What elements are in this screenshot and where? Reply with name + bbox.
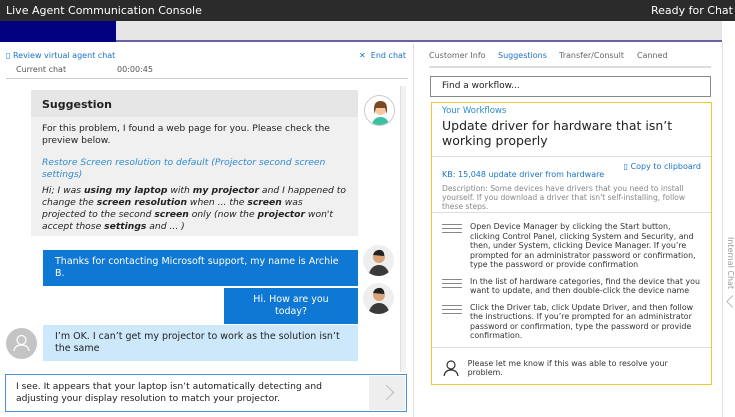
workflow-step[interactable]: Click the Driver tab, click Update Drive… [442, 303, 701, 341]
list-icon [442, 303, 462, 341]
list-icon [442, 222, 462, 270]
workflow-card: Your Workflows Update driver for hardwar… [431, 102, 712, 385]
preview-fragment: when ... the [187, 197, 248, 208]
customer-avatar [6, 328, 37, 359]
tab-suggestions[interactable]: Suggestions [498, 51, 547, 60]
agent-status[interactable]: Ready for Chat [651, 0, 733, 21]
workflow-search-input[interactable]: Find a workflow... [430, 76, 711, 97]
copy-label: Copy to clipboard [630, 162, 701, 171]
chevron-left-icon[interactable] [726, 295, 735, 308]
suggestion-preview: Hi; I was using my laptop with my projec… [42, 185, 347, 233]
title-bar: Live Agent Communication Console Ready f… [0, 0, 735, 21]
tab-underline [429, 66, 711, 68]
panel-divider [413, 44, 414, 417]
session-tab-band [0, 21, 722, 42]
suggestion-title: Suggestion [31, 90, 358, 117]
closing-message[interactable]: Please let me know if this was able to r… [468, 359, 701, 377]
preview-fragment: only (now the [188, 209, 258, 220]
suggestion-card: Suggestion For this problem, I found a w… [31, 90, 358, 236]
chat-scrollbar[interactable] [400, 86, 406, 372]
chat-message-agent: Hi. How are you today? [224, 288, 358, 324]
kb-article-link[interactable]: KB: 15,048 update driver from hardware [442, 170, 604, 179]
preview-fragment: screen [247, 197, 282, 208]
tab-customer-info[interactable]: Customer Info [429, 51, 486, 60]
chat-timer: 00:00:45 [117, 65, 153, 74]
chat-input-value: I see. It appears that your laptop isn’t… [16, 381, 322, 404]
preview-fragment: screen resolution [96, 197, 188, 208]
review-link-label: Review virtual agent chat [12, 51, 116, 60]
list-icon [442, 277, 462, 296]
document-icon: ▯ [6, 51, 13, 60]
preview-fragment: using my laptop [83, 185, 168, 196]
chat-input[interactable]: I see. It appears that your laptop isn’t… [5, 374, 407, 412]
agent-avatar [363, 245, 394, 276]
step-text: In the list of hardware categories, find… [470, 276, 700, 296]
preview-fragment: screen [154, 209, 189, 220]
step-text: Open Device Manager by clicking the Star… [470, 222, 696, 269]
workflow-description: Description: Some devices have drivers t… [442, 184, 686, 211]
preview-fragment: with [167, 185, 193, 196]
send-button[interactable] [369, 376, 405, 410]
app-title: Live Agent Communication Console [6, 4, 202, 17]
your-workflows-label: Your Workflows [442, 106, 507, 116]
preview-fragment: projector [257, 209, 306, 220]
workflow-title: Update driver for hardware that isn’t wo… [442, 118, 673, 148]
preview-fragment: Hi; I was [42, 185, 84, 196]
workflow-steps: Open Device Manager by clicking the Star… [432, 213, 711, 348]
preview-fragment: and ... ) [146, 221, 185, 232]
workflow-step[interactable]: In the list of hardware categories, find… [442, 277, 701, 296]
bot-avatar [364, 95, 395, 126]
current-chat-label: Current chat [16, 65, 67, 74]
tab-transfer-consult[interactable]: Transfer/Consult [559, 51, 624, 60]
internal-chat-label: Internal Chat [726, 237, 735, 290]
agent-avatar [363, 283, 394, 314]
tab-canned[interactable]: Canned [637, 51, 668, 60]
clipboard-icon: ▯ [623, 162, 631, 171]
preview-fragment: settings [104, 221, 147, 232]
active-session-tab[interactable] [0, 21, 116, 42]
close-icon: ✕ [359, 51, 371, 60]
suggestion-text: For this problem, I found a web page for… [42, 123, 330, 146]
chat-message-customer: I’m OK. I can’t get my projector to work… [43, 325, 358, 361]
suggestion-article-link[interactable]: Restore Screen resolution to default (Pr… [42, 157, 347, 181]
end-chat-label: End chat [370, 51, 407, 60]
person-icon [443, 360, 459, 376]
end-chat-button[interactable]: ✕ End chat [359, 51, 406, 60]
chat-message-agent: Thanks for contacting Microsoft support,… [43, 250, 358, 286]
copy-to-clipboard-button[interactable]: ▯ Copy to clipboard [624, 162, 701, 171]
review-virtual-agent-chat-link[interactable]: ▯ Review virtual agent chat [6, 51, 115, 60]
workflow-step[interactable]: Open Device Manager by clicking the Star… [442, 222, 701, 270]
internal-chat-panel-toggle[interactable]: Internal Chat [722, 42, 735, 417]
step-text: Click the Driver tab, click Update Drive… [470, 302, 694, 341]
divider [6, 78, 408, 79]
preview-fragment: my projector [192, 185, 260, 196]
